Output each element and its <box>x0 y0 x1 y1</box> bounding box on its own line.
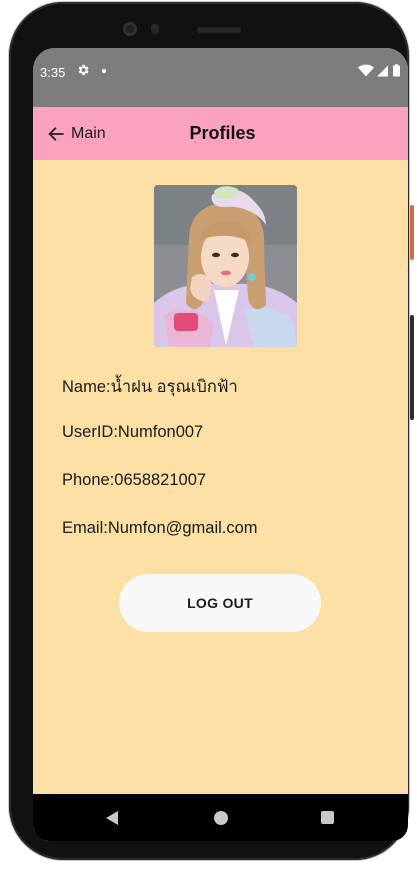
profile-photo-illustration <box>154 185 297 347</box>
notification-dot-icon <box>102 69 106 73</box>
email-label: Email: <box>62 519 108 537</box>
userid-label: UserID: <box>62 423 118 441</box>
name-label: Name: <box>62 378 111 396</box>
volume-button <box>410 315 414 420</box>
system-status-icons <box>358 64 400 77</box>
userid-value: Numfon007 <box>117 423 204 441</box>
status-bar: 3:35 <box>33 48 408 107</box>
phone-label: Phone: <box>62 471 115 489</box>
logout-button[interactable]: LOG OUT <box>119 574 321 632</box>
profile-photo <box>154 185 297 347</box>
screen: 3:35 Main Profiles Name:น้ำฝน อรุณเบิกฟ้… <box>33 48 408 841</box>
phone-row: Phone:0658821007 <box>62 471 206 490</box>
nav-recents-icon[interactable] <box>321 811 334 824</box>
phone-value: 0658821007 <box>114 471 207 489</box>
nav-back-icon[interactable] <box>105 810 119 826</box>
front-camera <box>123 22 137 36</box>
front-sensor <box>151 24 159 34</box>
email-row: Email:Numfon@gmail.com <box>62 519 258 538</box>
battery-icon <box>393 65 400 77</box>
app-bar: Main Profiles <box>33 107 408 160</box>
phone-frame: 3:35 Main Profiles Name:น้ำฝน อรุณเบิกฟ้… <box>9 2 409 860</box>
name-value: น้ำฝน อรุณเบิกฟ้า <box>110 378 238 396</box>
page-title: Profiles <box>189 123 256 143</box>
wifi-icon <box>358 64 374 77</box>
userid-row: UserID:Numfon007 <box>62 423 203 442</box>
status-time: 3:35 <box>40 65 66 80</box>
signal-icon <box>377 65 388 77</box>
nav-home-icon[interactable] <box>214 811 228 825</box>
name-row: Name:น้ำฝน อรุณเบิกฟ้า <box>62 374 238 400</box>
system-nav-bar <box>33 794 408 841</box>
earpiece-speaker <box>197 27 241 33</box>
gear-icon <box>78 64 89 76</box>
power-button <box>410 205 414 260</box>
email-value: Numfon@gmail.com <box>107 519 258 537</box>
